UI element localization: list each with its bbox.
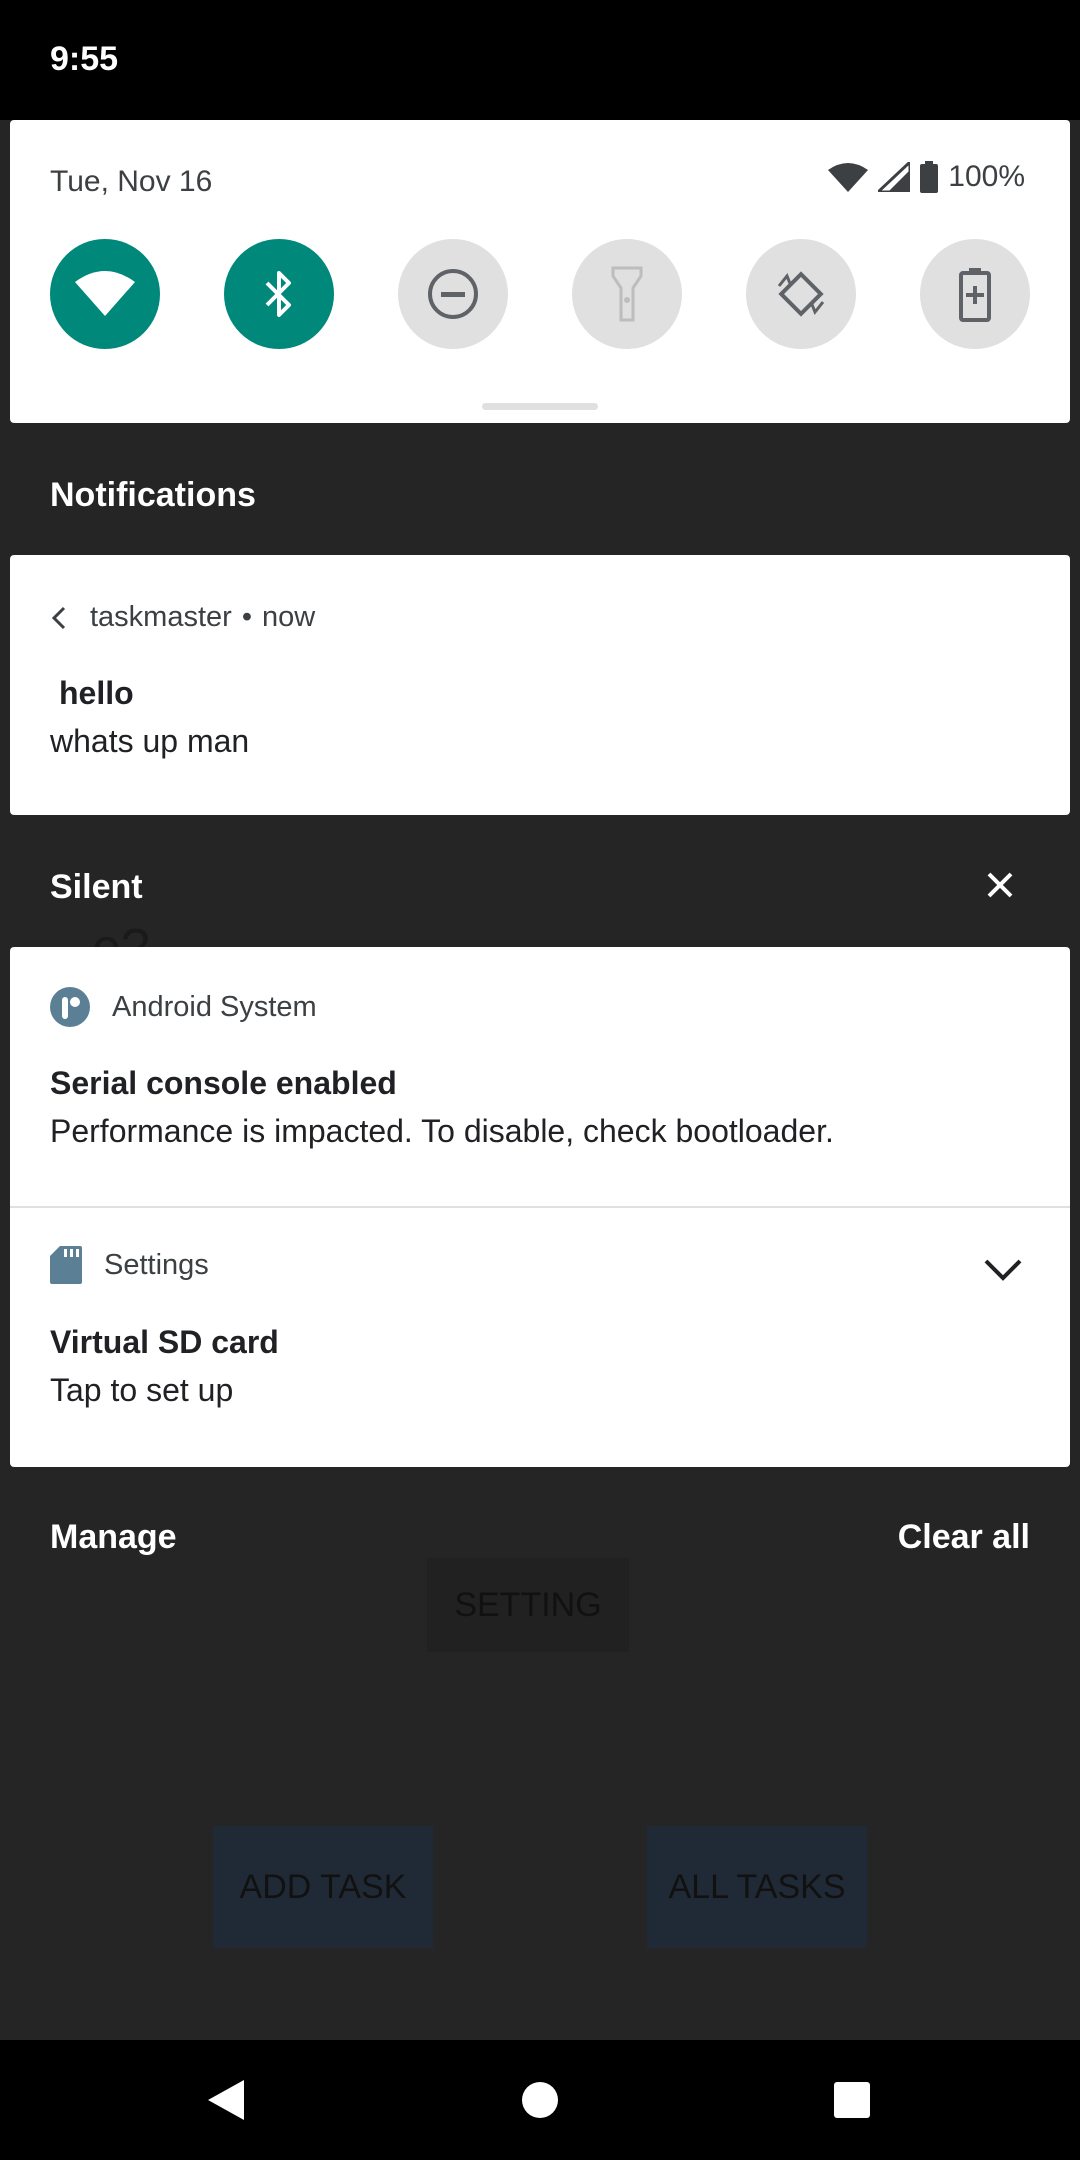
notification-separator: • bbox=[241, 601, 252, 633]
notification-title: Serial console enabled bbox=[50, 1065, 397, 1101]
notification-header: taskmaster • now bbox=[50, 601, 315, 634]
flashlight-icon bbox=[611, 266, 643, 322]
auto-rotate-tile[interactable] bbox=[746, 239, 856, 349]
recents-icon bbox=[834, 2082, 870, 2118]
notification-title: Virtual SD card bbox=[50, 1324, 279, 1360]
do-not-disturb-tile[interactable] bbox=[398, 239, 508, 349]
silent-header: Silent bbox=[50, 868, 143, 906]
close-icon[interactable] bbox=[985, 870, 1015, 900]
notification-app-name: Settings bbox=[104, 1248, 209, 1281]
notification-header: Android System bbox=[50, 987, 317, 1027]
cell-signal-icon bbox=[878, 162, 911, 192]
status-bar: 9:55 bbox=[0, 0, 1080, 120]
notification-app-name: Android System bbox=[112, 990, 317, 1023]
qs-status-icons: 100% bbox=[828, 160, 1025, 194]
notification-text: Tap to set up bbox=[50, 1372, 234, 1408]
notification-text: whats up man bbox=[50, 723, 250, 759]
notifications-header: Notifications bbox=[50, 476, 256, 514]
bg-all-tasks-button[interactable]: ALL TASKS bbox=[647, 1826, 867, 1948]
notification-card-taskmaster[interactable]: taskmaster • now hello whats up man bbox=[10, 555, 1070, 815]
nav-recents-button[interactable] bbox=[792, 2040, 912, 2160]
notification-header: Settings bbox=[50, 1246, 209, 1284]
sd-card-icon bbox=[50, 1246, 82, 1284]
battery-percent: 100% bbox=[948, 160, 1025, 193]
back-icon bbox=[208, 2080, 244, 2120]
quick-settings-panel: Tue, Nov 16 100% bbox=[10, 120, 1070, 423]
bg-partial-text: e? bbox=[92, 919, 150, 948]
chevron-down-icon[interactable] bbox=[983, 1258, 1023, 1282]
battery-saver-icon bbox=[959, 268, 991, 322]
bg-setting-button[interactable]: SETTING bbox=[427, 1558, 629, 1652]
notification-settings[interactable]: Settings Virtual SD card Tap to set up bbox=[10, 1208, 1070, 1467]
do-not-disturb-icon bbox=[428, 269, 478, 319]
notification-android-system[interactable]: Android System Serial console enabled Pe… bbox=[10, 947, 1070, 1206]
battery-saver-tile[interactable] bbox=[920, 239, 1030, 349]
nav-home-button[interactable] bbox=[480, 2040, 600, 2160]
auto-rotate-icon bbox=[777, 271, 825, 317]
qs-date[interactable]: Tue, Nov 16 bbox=[50, 165, 212, 199]
bluetooth-tile[interactable] bbox=[224, 239, 334, 349]
clear-all-button[interactable]: Clear all bbox=[898, 1518, 1030, 1557]
wifi-tile[interactable] bbox=[50, 239, 160, 349]
bg-add-task-button[interactable]: ADD TASK bbox=[213, 1826, 433, 1948]
navigation-bar bbox=[0, 2040, 1080, 2160]
manage-button[interactable]: Manage bbox=[50, 1518, 177, 1557]
wifi-status-icon bbox=[828, 163, 869, 192]
home-icon bbox=[522, 2082, 558, 2118]
notification-app-name: taskmaster bbox=[90, 601, 232, 633]
android-system-icon bbox=[50, 987, 90, 1027]
silent-notifications-card: Android System Serial console enabled Pe… bbox=[10, 947, 1070, 1467]
notification-title: hello bbox=[59, 675, 134, 711]
clock: 9:55 bbox=[50, 40, 119, 78]
flashlight-tile[interactable] bbox=[572, 239, 682, 349]
wifi-icon bbox=[75, 271, 135, 316]
battery-icon bbox=[920, 161, 939, 193]
notification-time: now bbox=[261, 601, 316, 633]
notification-text: Performance is impacted. To disable, che… bbox=[50, 1113, 834, 1149]
nav-back-button[interactable] bbox=[166, 2040, 286, 2160]
qs-drag-handle[interactable] bbox=[482, 403, 598, 410]
chevron-left-icon[interactable] bbox=[50, 605, 68, 631]
bluetooth-icon bbox=[265, 271, 291, 317]
